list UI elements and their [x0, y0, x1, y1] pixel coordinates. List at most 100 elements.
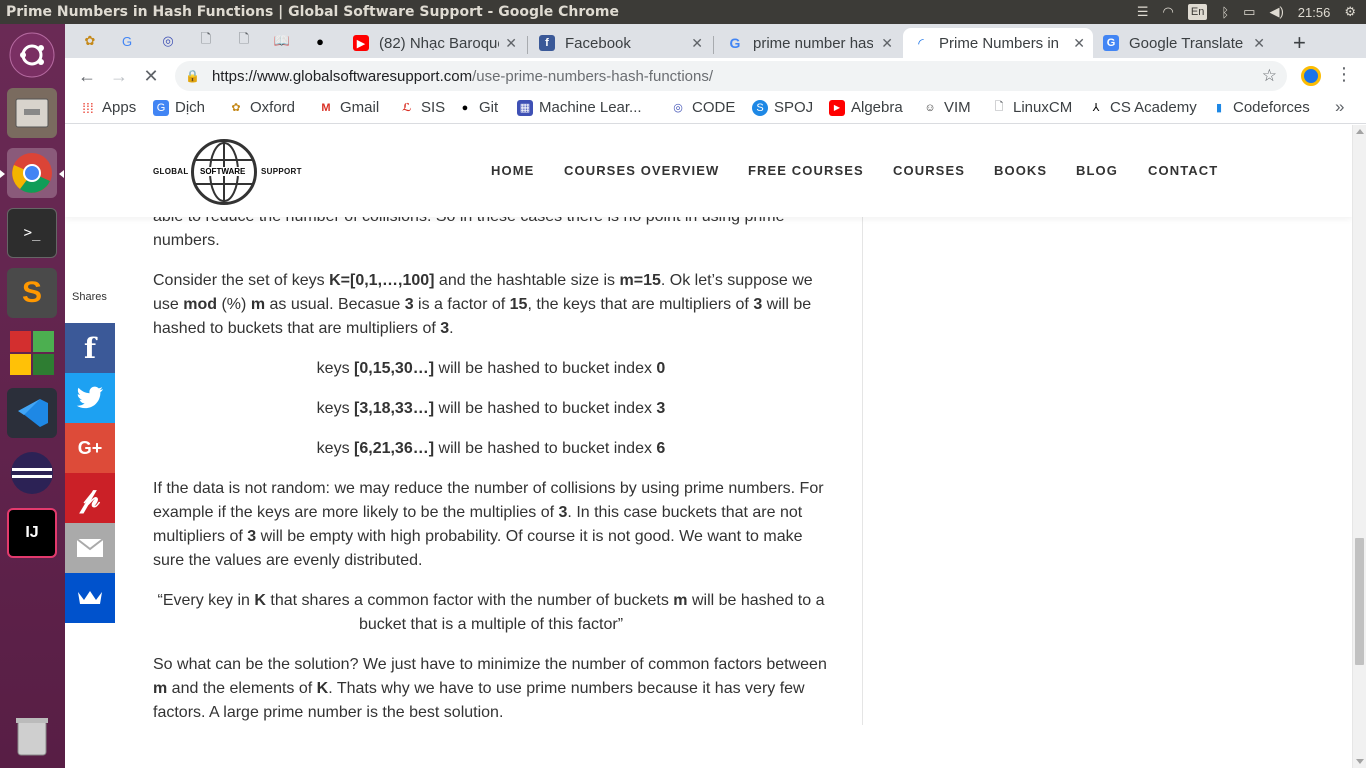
facebook-icon: f	[539, 35, 555, 51]
close-icon[interactable]: ✕	[1073, 35, 1085, 52]
codeforces-icon: ▮	[1215, 102, 1223, 114]
bookmark-apps[interactable]: ⁞⁞⁞ Apps	[80, 99, 136, 116]
bookmark-machine-learning[interactable]: ▦ Machine Lear...	[517, 99, 642, 116]
keys-line: keys [3,18,33…] will be hashed to bucket…	[316, 400, 666, 417]
close-icon[interactable]: ✕	[1253, 35, 1265, 52]
new-tab-plus-icon[interactable]: +	[1293, 30, 1306, 56]
youtube-icon: ▶	[829, 99, 845, 116]
bookmark-oxford[interactable]: ✿ Oxford	[228, 99, 295, 116]
stop-loading-icon[interactable]: ✕	[139, 64, 163, 88]
share-more-button[interactable]	[65, 573, 115, 623]
share-twitter-button[interactable]	[65, 373, 115, 423]
pinned-tab-doc-icon[interactable]: 🗋	[196, 31, 216, 51]
volume-icon[interactable]: ◀)	[1269, 4, 1283, 20]
nav-contact[interactable]: CONTACT	[1148, 163, 1218, 178]
scroll-thumb[interactable]	[1355, 538, 1364, 665]
chrome-icon[interactable]	[7, 148, 57, 198]
bookmark-star-icon[interactable]: ☆	[1262, 66, 1277, 86]
tab-facebook[interactable]: f Facebook ✕	[529, 28, 711, 58]
tab-strip: ✿ G ◎ 🗋 🗋 📖 ● ▶ (82) Nhạc Baroque ✕ f Fa…	[65, 24, 1366, 58]
article-body: able to reduce the number of collisions.…	[153, 205, 829, 741]
nav-courses-overview[interactable]: COURSES OVERVIEW	[564, 163, 719, 178]
bookmark-sis[interactable]: ℒ SIS	[399, 99, 445, 116]
more-bookmarks-icon[interactable]: »	[1335, 97, 1344, 117]
wifi-icon[interactable]: ◠	[1163, 4, 1174, 20]
files-icon[interactable]	[7, 88, 57, 138]
menu-dots-icon[interactable]: ⋮	[1335, 64, 1353, 85]
system-tray: ☰ ◠ En ᛒ ▭ ◀) 21:56 ⚙	[1137, 0, 1366, 24]
nav-blog[interactable]: BLOG	[1076, 163, 1118, 178]
bookmark-codeforces[interactable]: ▮ Codeforces	[1211, 99, 1310, 116]
nav-books[interactable]: BOOKS	[994, 163, 1047, 178]
site-logo[interactable]: GLOBAL SOFTWARE SUPPORT	[151, 137, 311, 207]
pinned-tab-doc2-icon[interactable]: 🗋	[234, 31, 254, 51]
code-icon: ◎	[673, 102, 683, 114]
bookmark-dich[interactable]: G Dịch	[153, 99, 205, 116]
sublime-text-icon[interactable]: S	[7, 268, 57, 318]
sis-icon: ℒ	[402, 102, 412, 114]
back-arrow-icon[interactable]: ←	[75, 64, 99, 88]
scroll-up-arrow-icon[interactable]	[1356, 129, 1364, 134]
share-facebook-button[interactable]: f	[65, 323, 115, 373]
close-icon[interactable]: ✕	[505, 35, 517, 52]
bookmark-label: CS Academy	[1110, 99, 1197, 116]
keyboard-layout-indicator[interactable]: En	[1187, 4, 1208, 20]
terminal-icon[interactable]: >_	[7, 208, 57, 258]
settings-gear-icon[interactable]: ⚙	[1344, 4, 1356, 20]
bookmark-spoj[interactable]: S SPOJ	[752, 99, 813, 116]
pinned-tab-translate-icon[interactable]: G	[117, 31, 137, 51]
keyboard-menu-icon[interactable]: ☰	[1137, 4, 1149, 20]
bookmark-gmail[interactable]: M Gmail	[318, 99, 379, 116]
bookmark-git[interactable]: ● Git	[457, 99, 499, 116]
paragraph: Consider the set of keys K=[0,1,…,100] a…	[153, 272, 813, 337]
battery-icon[interactable]: ▭	[1243, 4, 1255, 20]
tab-prime-numbers[interactable]: ◜ Prime Numbers in ✕	[903, 28, 1093, 58]
share-pinterest-button[interactable]: 𝓅	[65, 473, 115, 523]
nav-free-courses[interactable]: FREE COURSES	[748, 163, 864, 178]
shares-label: Shares	[72, 291, 107, 303]
page-scrollbar[interactable]	[1352, 125, 1366, 768]
trash-icon[interactable]	[7, 710, 57, 760]
close-icon[interactable]: ✕	[881, 35, 893, 52]
pinned-tab-oxford-icon[interactable]: ✿	[80, 31, 100, 51]
bookmark-label: Machine Lear...	[539, 99, 642, 116]
share-email-button[interactable]	[65, 523, 115, 573]
tab-google-search[interactable]: G prime number has ✕	[717, 28, 901, 58]
pinned-tab-github-icon[interactable]: ●	[310, 31, 330, 51]
tab-separator	[527, 36, 528, 54]
nav-home[interactable]: HOME	[491, 163, 534, 178]
close-icon[interactable]: ✕	[691, 35, 703, 52]
pinned-tab-reader-icon[interactable]: 📖	[272, 31, 292, 51]
oxford-icon: ✿	[231, 102, 241, 114]
address-bar[interactable]: 🔒 https://www.globalsoftwaresupport.com /…	[175, 61, 1287, 91]
bookmark-vim[interactable]: ☺ VIM	[922, 99, 970, 116]
lock-icon[interactable]: 🔒	[185, 69, 200, 83]
bookmark-algebra[interactable]: ▶ Algebra	[829, 99, 903, 116]
vscode-icon[interactable]	[7, 388, 57, 438]
document-icon: 🗋	[994, 101, 1004, 113]
pinned-tab-code-icon[interactable]: ◎	[158, 31, 178, 51]
logo-text-right: SUPPORT	[261, 167, 302, 176]
forward-arrow-icon[interactable]: →	[107, 64, 131, 88]
nav-courses[interactable]: COURSES	[893, 163, 965, 178]
gmail-icon: M	[321, 101, 331, 114]
tab-google-translate[interactable]: G Google Translate ✕	[1093, 28, 1273, 58]
bookmark-cs-academy[interactable]: ⅄ CS Academy	[1088, 99, 1197, 116]
bookmark-linuxcm[interactable]: 🗋 LinuxCM	[991, 99, 1073, 116]
eclipse-icon[interactable]	[7, 448, 57, 498]
clock[interactable]: 21:56	[1298, 5, 1331, 20]
url-host: https://www.globalsoftwaresupport.com	[211, 67, 473, 85]
scroll-down-arrow-icon[interactable]	[1356, 759, 1364, 764]
ubuntu-dash-icon[interactable]	[7, 30, 57, 80]
google-icon: G	[729, 35, 741, 51]
intellij-icon[interactable]: IJ	[7, 508, 57, 558]
tab-youtube[interactable]: ▶ (82) Nhạc Baroque ✕	[343, 28, 525, 58]
mosaic-app-icon[interactable]	[7, 328, 57, 378]
vim-icon: ☺	[924, 101, 936, 114]
extension-icon[interactable]	[1301, 66, 1321, 86]
share-googleplus-button[interactable]: G+	[65, 423, 115, 473]
bluetooth-icon[interactable]: ᛒ	[1221, 5, 1229, 20]
bookmark-code[interactable]: ◎ CODE	[670, 99, 735, 116]
globe-icon: SOFTWARE	[191, 139, 257, 205]
loading-icon: ◜	[918, 34, 924, 51]
